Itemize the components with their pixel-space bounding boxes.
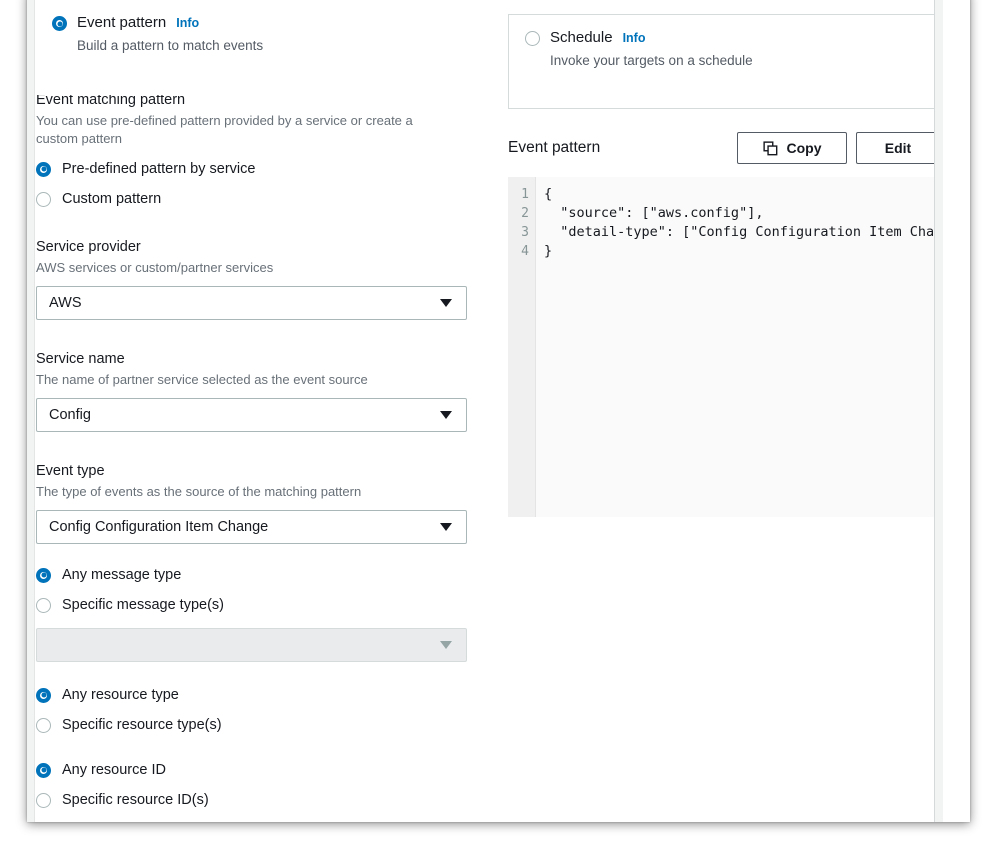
service-provider-value: AWS [49,295,82,312]
right-column: Schedule Info Invoke your targets on a sc… [508,0,934,518]
radio-row-specific-message-type[interactable]: Specific message type(s) [36,596,494,614]
radio-label-any-resource-id: Any resource ID [62,762,166,779]
radio-label-any-resource-type: Any resource type [62,687,179,704]
radio-any-resource-type[interactable] [36,687,51,703]
chevron-down-icon [440,411,452,420]
radio-label-any-message-type: Any message type [62,567,182,584]
radio-row-custom-pattern[interactable]: Custom pattern [36,190,494,208]
schedule-description: Invoke your targets on a schedule [550,53,753,69]
radio-label-custom-pattern: Custom pattern [62,191,162,208]
radio-label-specific-resource-id: Specific resource ID(s) [62,792,209,809]
radio-specific-resource-id[interactable] [36,792,51,808]
copy-button-label: Copy [786,140,822,157]
radio-any-message-type[interactable] [36,567,51,583]
radio-label-predefined-pattern: Pre-defined pattern by service [62,161,256,178]
resource-type-radio-group: Any resource type Specific resource type… [36,686,494,734]
right-scrollbar-track[interactable] [934,0,943,822]
radio-specific-resource-type[interactable] [36,717,51,733]
schedule-title: Schedule [550,29,613,46]
matching-pattern-radio-group: Pre-defined pattern by service Custom pa… [36,160,494,208]
radio-any-resource-id[interactable] [36,762,51,778]
event-source-tile-event-pattern[interactable]: Event pattern Info Build a pattern to mat… [36,0,494,96]
radio-event-pattern[interactable] [52,16,67,31]
radio-custom-pattern[interactable] [36,191,51,207]
message-type-multiselect [36,628,467,663]
form-page: Event pattern Info Build a pattern to mat… [36,0,934,822]
event-pattern-description: Build a pattern to match events [77,38,264,54]
info-link-schedule[interactable]: Info [623,31,646,45]
edit-button[interactable]: Edit [856,132,934,165]
event-matching-pattern-section: Event matching pattern You can use pre-d… [36,91,494,208]
event-source-tile-schedule[interactable]: Schedule Info Invoke your targets on a sc… [508,14,934,110]
event-pattern-code-editor[interactable]: 1 2 3 4 { "source": ["aws.config"], "det… [508,177,934,518]
radio-row-specific-resource-type[interactable]: Specific resource type(s) [36,716,494,734]
line-number: 3 [521,225,529,241]
event-type-value: Config Configuration Item Change [49,519,269,536]
left-scroll-gutter [27,0,35,822]
copy-button[interactable]: Copy [737,132,847,165]
event-pattern-panel-actions: Copy Edit [737,132,934,165]
chevron-down-icon [440,299,452,308]
event-matching-pattern-description: You can use pre-defined pattern provided… [36,113,413,147]
resource-id-radio-group: Any resource ID Specific resource ID(s) [36,761,494,809]
radio-row-specific-resource-id[interactable]: Specific resource ID(s) [36,791,494,809]
radio-specific-message-type[interactable] [36,597,51,613]
event-pattern-panel-title: Event pattern [508,139,601,157]
service-name-description: The name of partner service selected as … [36,372,368,388]
code-content[interactable]: { "source": ["aws.config"], "detail-type… [536,177,934,517]
chevron-down-icon [440,523,452,532]
copy-icon [762,141,777,156]
message-type-radio-group: Any message type Specific message type(s… [36,566,494,614]
line-number: 2 [521,206,529,222]
event-pattern-title: Event pattern [77,14,167,31]
service-provider-label: Service provider [36,239,141,256]
line-number: 1 [521,187,529,203]
radio-schedule[interactable] [525,31,540,46]
radio-label-specific-message-type: Specific message type(s) [62,597,224,614]
left-column: Event pattern Info Build a pattern to mat… [36,0,494,809]
radio-row-any-resource-id[interactable]: Any resource ID [36,761,494,779]
chevron-down-icon [440,641,452,650]
info-link-event-pattern[interactable]: Info [176,16,199,30]
code-line-numbers: 1 2 3 4 [508,177,536,518]
service-name-label: Service name [36,351,125,368]
edit-button-label: Edit [884,140,912,157]
service-name-field: Service name The name of partner service… [36,350,494,433]
line-number: 4 [521,244,529,260]
event-pattern-panel-header: Event pattern Copy Edit [508,131,934,165]
service-name-value: Config [49,407,91,424]
event-type-description: The type of events as the source of the … [36,484,362,500]
service-name-select[interactable]: Config [36,398,467,433]
service-provider-description: AWS services or custom/partner services [36,260,274,276]
screenshot-viewport: Event pattern Info Build a pattern to mat… [0,0,1000,846]
event-type-field: Event type The type of events as the sou… [36,462,494,545]
radio-row-any-resource-type[interactable]: Any resource type [36,686,494,704]
service-provider-field: Service provider AWS services or custom/… [36,238,494,321]
event-type-label: Event type [36,463,105,480]
radio-row-predefined-pattern[interactable]: Pre-defined pattern by service [36,160,494,178]
event-type-select[interactable]: Config Configuration Item Change [36,510,467,545]
radio-row-any-message-type[interactable]: Any message type [36,566,494,584]
radio-predefined-pattern[interactable] [36,161,51,177]
service-provider-select[interactable]: AWS [36,286,467,321]
radio-label-specific-resource-type: Specific resource type(s) [62,717,222,734]
